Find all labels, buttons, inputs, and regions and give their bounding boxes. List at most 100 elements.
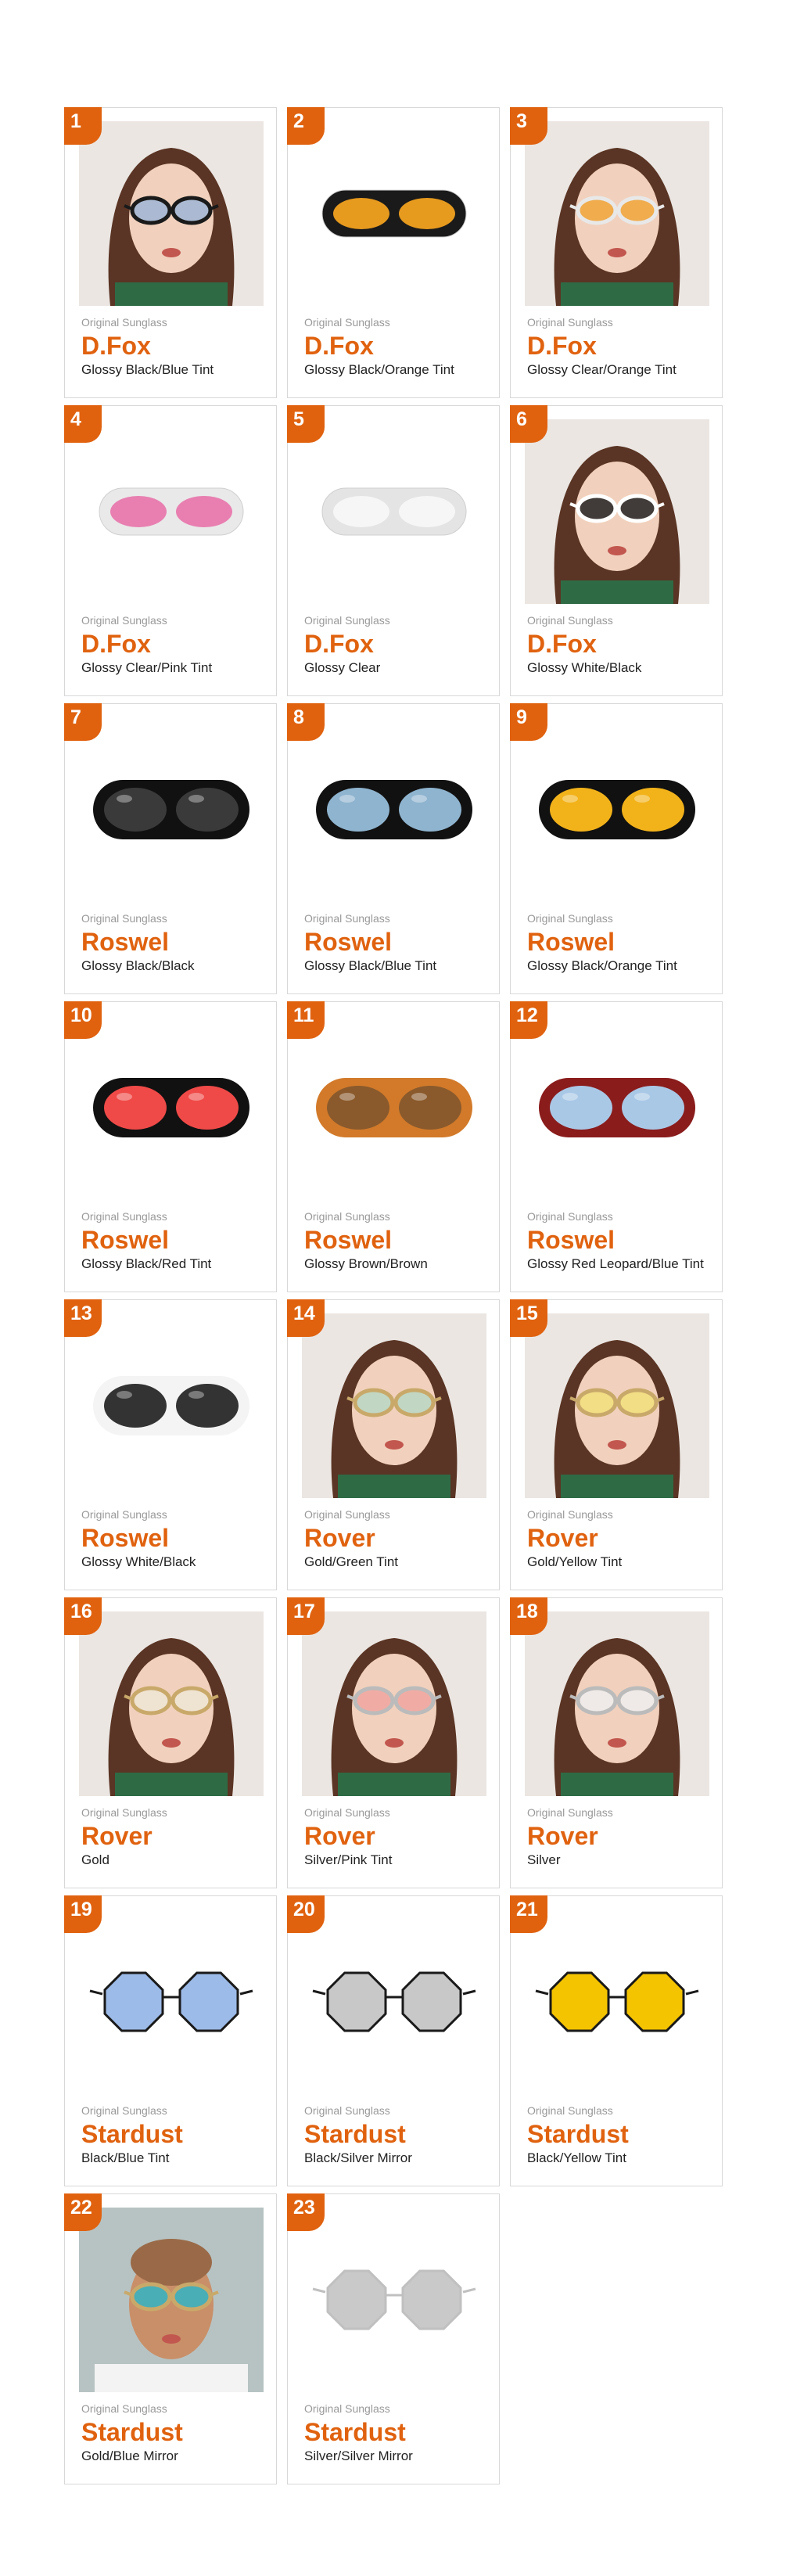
product-variant: Glossy White/Black xyxy=(81,1554,196,1569)
product-card[interactable]: 11 Original Sunglass Roswel Glossy Brown… xyxy=(287,1001,500,1292)
product-number-badge: 10 xyxy=(64,1001,102,1039)
product-card[interactable]: 18 Original Sunglass Rover Silver xyxy=(510,1597,723,1888)
product-variant: Gold xyxy=(81,1852,109,1867)
sunglasses-product-illustration xyxy=(79,1313,264,1498)
product-name[interactable]: Rover xyxy=(527,1524,622,1552)
product-image[interactable] xyxy=(302,1611,486,1796)
product-name[interactable]: Rover xyxy=(304,1524,398,1552)
product-card[interactable]: 3 Original Sunglass D.Fox Glossy Clear/O… xyxy=(510,107,723,398)
product-card[interactable]: 7 Original Sunglass Roswel Glossy Black/… xyxy=(64,703,277,994)
product-card[interactable]: 6 Original Sunglass D.Fox Glossy White/B… xyxy=(510,405,723,696)
product-name[interactable]: Roswel xyxy=(304,1226,428,1254)
product-card[interactable]: 17 Original Sunglass Rover Silver/Pink T… xyxy=(287,1597,500,1888)
product-info: Original Sunglass Rover Silver xyxy=(527,1806,613,1869)
product-image[interactable] xyxy=(79,121,264,306)
product-name[interactable]: D.Fox xyxy=(304,332,454,360)
product-name[interactable]: D.Fox xyxy=(81,332,214,360)
product-subtitle: Original Sunglass xyxy=(81,2104,167,2117)
product-name[interactable]: Roswel xyxy=(304,928,436,956)
product-info: Original Sunglass Roswel Glossy Brown/Br… xyxy=(304,1210,428,1273)
product-card[interactable]: 1 Original Sunglass D.Fox Glossy Black/B… xyxy=(64,107,277,398)
sunglasses-product-illustration xyxy=(525,1015,709,1200)
product-card[interactable]: 9 Original Sunglass Roswel Glossy Black/… xyxy=(510,703,723,994)
product-image[interactable] xyxy=(302,2208,486,2392)
product-name[interactable]: D.Fox xyxy=(304,630,390,658)
product-image[interactable] xyxy=(302,717,486,902)
product-card[interactable]: 23 Original Sunglass Stardust Silver/Sil… xyxy=(287,2193,500,2484)
product-grid: 1 Original Sunglass D.Fox Glossy Black/B… xyxy=(64,107,723,2484)
model-photo xyxy=(302,1611,486,1796)
product-image[interactable] xyxy=(302,1313,486,1498)
product-image[interactable] xyxy=(525,121,709,306)
product-name[interactable]: Roswel xyxy=(81,1226,211,1254)
product-image[interactable] xyxy=(79,2208,264,2392)
product-image[interactable] xyxy=(302,1015,486,1200)
product-image[interactable] xyxy=(525,1015,709,1200)
product-card[interactable]: 10 Original Sunglass Roswel Glossy Black… xyxy=(64,1001,277,1292)
product-info: Original Sunglass D.Fox Glossy Black/Blu… xyxy=(81,316,214,379)
product-name[interactable]: Stardust xyxy=(81,2418,183,2446)
product-image[interactable] xyxy=(525,1313,709,1498)
product-card[interactable]: 2 Original Sunglass D.Fox Glossy Black/O… xyxy=(287,107,500,398)
product-subtitle: Original Sunglass xyxy=(304,1508,390,1521)
product-number-badge: 2 xyxy=(287,107,325,145)
product-name[interactable]: D.Fox xyxy=(81,630,212,658)
product-number-badge: 13 xyxy=(64,1299,102,1337)
product-image[interactable] xyxy=(79,717,264,902)
product-number-badge: 14 xyxy=(287,1299,325,1337)
product-card[interactable]: 22 Original Sunglass Stardust Gold/Blue … xyxy=(64,2193,277,2484)
product-name[interactable]: D.Fox xyxy=(527,630,641,658)
product-variant: Glossy Black/Blue Tint xyxy=(304,958,437,973)
product-name[interactable]: Stardust xyxy=(304,2120,412,2148)
product-card[interactable]: 4 Original Sunglass D.Fox Glossy Clear/P… xyxy=(64,405,277,696)
product-card[interactable]: 16 Original Sunglass Rover Gold xyxy=(64,1597,277,1888)
product-name[interactable]: Roswel xyxy=(81,928,195,956)
product-image[interactable] xyxy=(525,717,709,902)
product-card[interactable]: 20 Original Sunglass Stardust Black/Silv… xyxy=(287,1895,500,2186)
product-variant: Glossy Red Leopard/Blue Tint xyxy=(527,1256,704,1271)
product-name[interactable]: Roswel xyxy=(527,1226,704,1254)
product-image[interactable] xyxy=(302,121,486,306)
product-card[interactable]: 12 Original Sunglass Roswel Glossy Red L… xyxy=(510,1001,723,1292)
sunglasses-product-illustration xyxy=(302,1015,486,1200)
product-card[interactable]: 15 Original Sunglass Rover Gold/Yellow T… xyxy=(510,1299,723,1590)
product-name[interactable]: Rover xyxy=(81,1822,167,1850)
product-image[interactable] xyxy=(302,1910,486,2094)
product-subtitle: Original Sunglass xyxy=(527,1806,613,1819)
product-variant: Glossy Black/Red Tint xyxy=(81,1256,212,1271)
product-name[interactable]: Stardust xyxy=(81,2120,183,2148)
product-variant: Silver xyxy=(527,1852,561,1867)
product-card[interactable]: 19 Original Sunglass Stardust Black/Blue… xyxy=(64,1895,277,2186)
product-variant: Glossy Black/Blue Tint xyxy=(81,362,214,377)
product-info: Original Sunglass Stardust Black/Silver … xyxy=(304,2104,412,2167)
product-name[interactable]: Roswel xyxy=(527,928,677,956)
product-info: Original Sunglass Stardust Black/Yellow … xyxy=(527,2104,629,2167)
product-subtitle: Original Sunglass xyxy=(81,912,167,925)
product-image[interactable] xyxy=(79,1611,264,1796)
product-number-badge: 9 xyxy=(510,703,547,741)
product-name[interactable]: D.Fox xyxy=(527,332,677,360)
product-name[interactable]: Roswel xyxy=(81,1524,196,1552)
product-image[interactable] xyxy=(79,1910,264,2094)
product-card[interactable]: 5 Original Sunglass D.Fox Glossy Clear xyxy=(287,405,500,696)
product-card[interactable]: 21 Original Sunglass Stardust Black/Yell… xyxy=(510,1895,723,2186)
product-image[interactable] xyxy=(525,1910,709,2094)
product-subtitle: Original Sunglass xyxy=(527,316,613,329)
product-card[interactable]: 13 Original Sunglass Roswel Glossy White… xyxy=(64,1299,277,1590)
product-image[interactable] xyxy=(302,419,486,604)
product-card[interactable]: 8 Original Sunglass Roswel Glossy Black/… xyxy=(287,703,500,994)
product-card[interactable]: 14 Original Sunglass Rover Gold/Green Ti… xyxy=(287,1299,500,1590)
product-image[interactable] xyxy=(79,1015,264,1200)
product-name[interactable]: Rover xyxy=(304,1822,392,1850)
product-subtitle: Original Sunglass xyxy=(304,2402,390,2415)
product-image[interactable] xyxy=(525,1611,709,1796)
product-info: Original Sunglass Roswel Glossy Black/Bl… xyxy=(304,912,436,975)
product-subtitle: Original Sunglass xyxy=(304,614,390,627)
product-image[interactable] xyxy=(525,419,709,604)
product-image[interactable] xyxy=(79,419,264,604)
product-name[interactable]: Stardust xyxy=(527,2120,629,2148)
product-image[interactable] xyxy=(79,1313,264,1498)
product-name[interactable]: Rover xyxy=(527,1822,613,1850)
product-info: Original Sunglass Roswel Glossy Black/Re… xyxy=(81,1210,211,1273)
product-name[interactable]: Stardust xyxy=(304,2418,413,2446)
